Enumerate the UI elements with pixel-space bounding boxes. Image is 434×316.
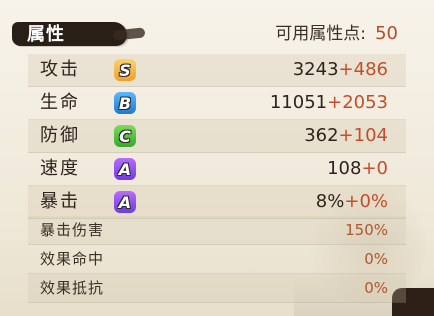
stat-value: 3243+486 (293, 58, 388, 82)
stat-row-crit: 暴击 A 8%+0% (28, 186, 406, 219)
stat-value: 8%+0% (316, 190, 388, 214)
stat-label: 防御 (40, 125, 80, 146)
stat-label: 攻击 (40, 59, 80, 80)
stat-base: 3243 (292, 59, 339, 80)
panel-title: 属性 (27, 24, 65, 45)
stat-label: 暴击 (40, 191, 80, 212)
grade-a-icon: A (114, 191, 136, 213)
stat-label: 速度 (40, 158, 80, 179)
secondary-row-effect-resist: 效果抵抗 0% (28, 274, 406, 303)
available-points-label: 可用属性点: (275, 24, 366, 44)
stat-bonus: +104 (338, 125, 388, 146)
stat-row-hp: 生命 B 11051+2053 (28, 87, 406, 120)
secondary-row-crit-damage: 暴击伤害 150% (28, 216, 406, 245)
grade-a-icon: A (114, 158, 136, 180)
stat-row-speed: 速度 A 108+0 (28, 153, 406, 186)
secondary-label: 效果命中 (40, 250, 105, 268)
secondary-label: 效果抵抗 (40, 279, 105, 297)
secondary-value: 0% (364, 279, 388, 297)
stat-bonus: +2053 (327, 92, 388, 113)
secondary-stats: 暴击伤害 150% 效果命中 0% 效果抵抗 0% (28, 216, 406, 303)
stat-base: 108 (327, 158, 362, 179)
stat-row-defense: 防御 C 362+104 (28, 120, 406, 153)
stat-value: 11051+2053 (270, 91, 388, 115)
secondary-value: 0% (364, 250, 388, 268)
stat-label: 生命 (40, 92, 80, 113)
stat-bonus: +486 (338, 59, 388, 80)
secondary-value: 150% (345, 221, 388, 239)
secondary-row-effect-hit: 效果命中 0% (28, 245, 406, 274)
secondary-label: 暴击伤害 (40, 221, 105, 239)
available-points-value: 50 (375, 23, 398, 44)
grade-s-icon: S (114, 59, 136, 81)
primary-stats: 攻击 S 3243+486 生命 B 11051+2053 防御 C 362+1… (28, 54, 406, 219)
stat-base: 362 (304, 125, 339, 146)
grade-c-icon: C (114, 125, 136, 147)
stat-row-attack: 攻击 S 3243+486 (28, 54, 406, 87)
attribute-panel: 属性 可用属性点: 50 攻击 S 3243+486 生命 B 11051+20… (0, 0, 434, 316)
stat-base: 8% (315, 191, 345, 212)
panel-header: 属性 可用属性点: 50 (0, 12, 434, 54)
grade-b-icon: B (114, 92, 136, 114)
stat-bonus: +0% (344, 191, 388, 212)
stat-value: 362+104 (304, 124, 388, 148)
stat-value: 108+0 (327, 157, 388, 181)
stat-bonus: +0 (361, 158, 388, 179)
stat-base: 11051 (269, 92, 328, 113)
